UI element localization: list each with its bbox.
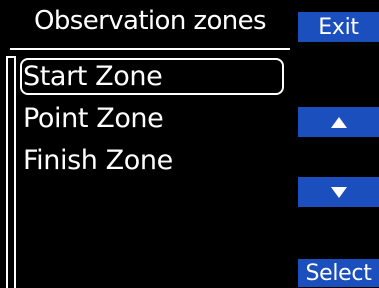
title-bar: Observation zones — [10, 0, 290, 50]
list-scrollbar[interactable] — [6, 56, 16, 288]
select-button-label: Select — [305, 260, 372, 286]
select-button[interactable]: Select — [298, 259, 379, 287]
list-item-point-zone[interactable]: Point Zone — [20, 100, 284, 137]
exit-button-label: Exit — [318, 14, 359, 40]
scroll-down-button[interactable] — [298, 177, 379, 207]
exit-button[interactable]: Exit — [298, 12, 379, 42]
arrow-up-icon — [330, 116, 347, 128]
list-item-start-zone[interactable]: Start Zone — [20, 58, 284, 95]
zone-list: Start Zone Point Zone Finish Zone — [20, 58, 284, 184]
list-item-finish-zone[interactable]: Finish Zone — [20, 142, 284, 179]
page-title: Observation zones — [34, 6, 267, 36]
arrow-down-icon — [330, 186, 347, 198]
scroll-up-button[interactable] — [298, 107, 379, 137]
